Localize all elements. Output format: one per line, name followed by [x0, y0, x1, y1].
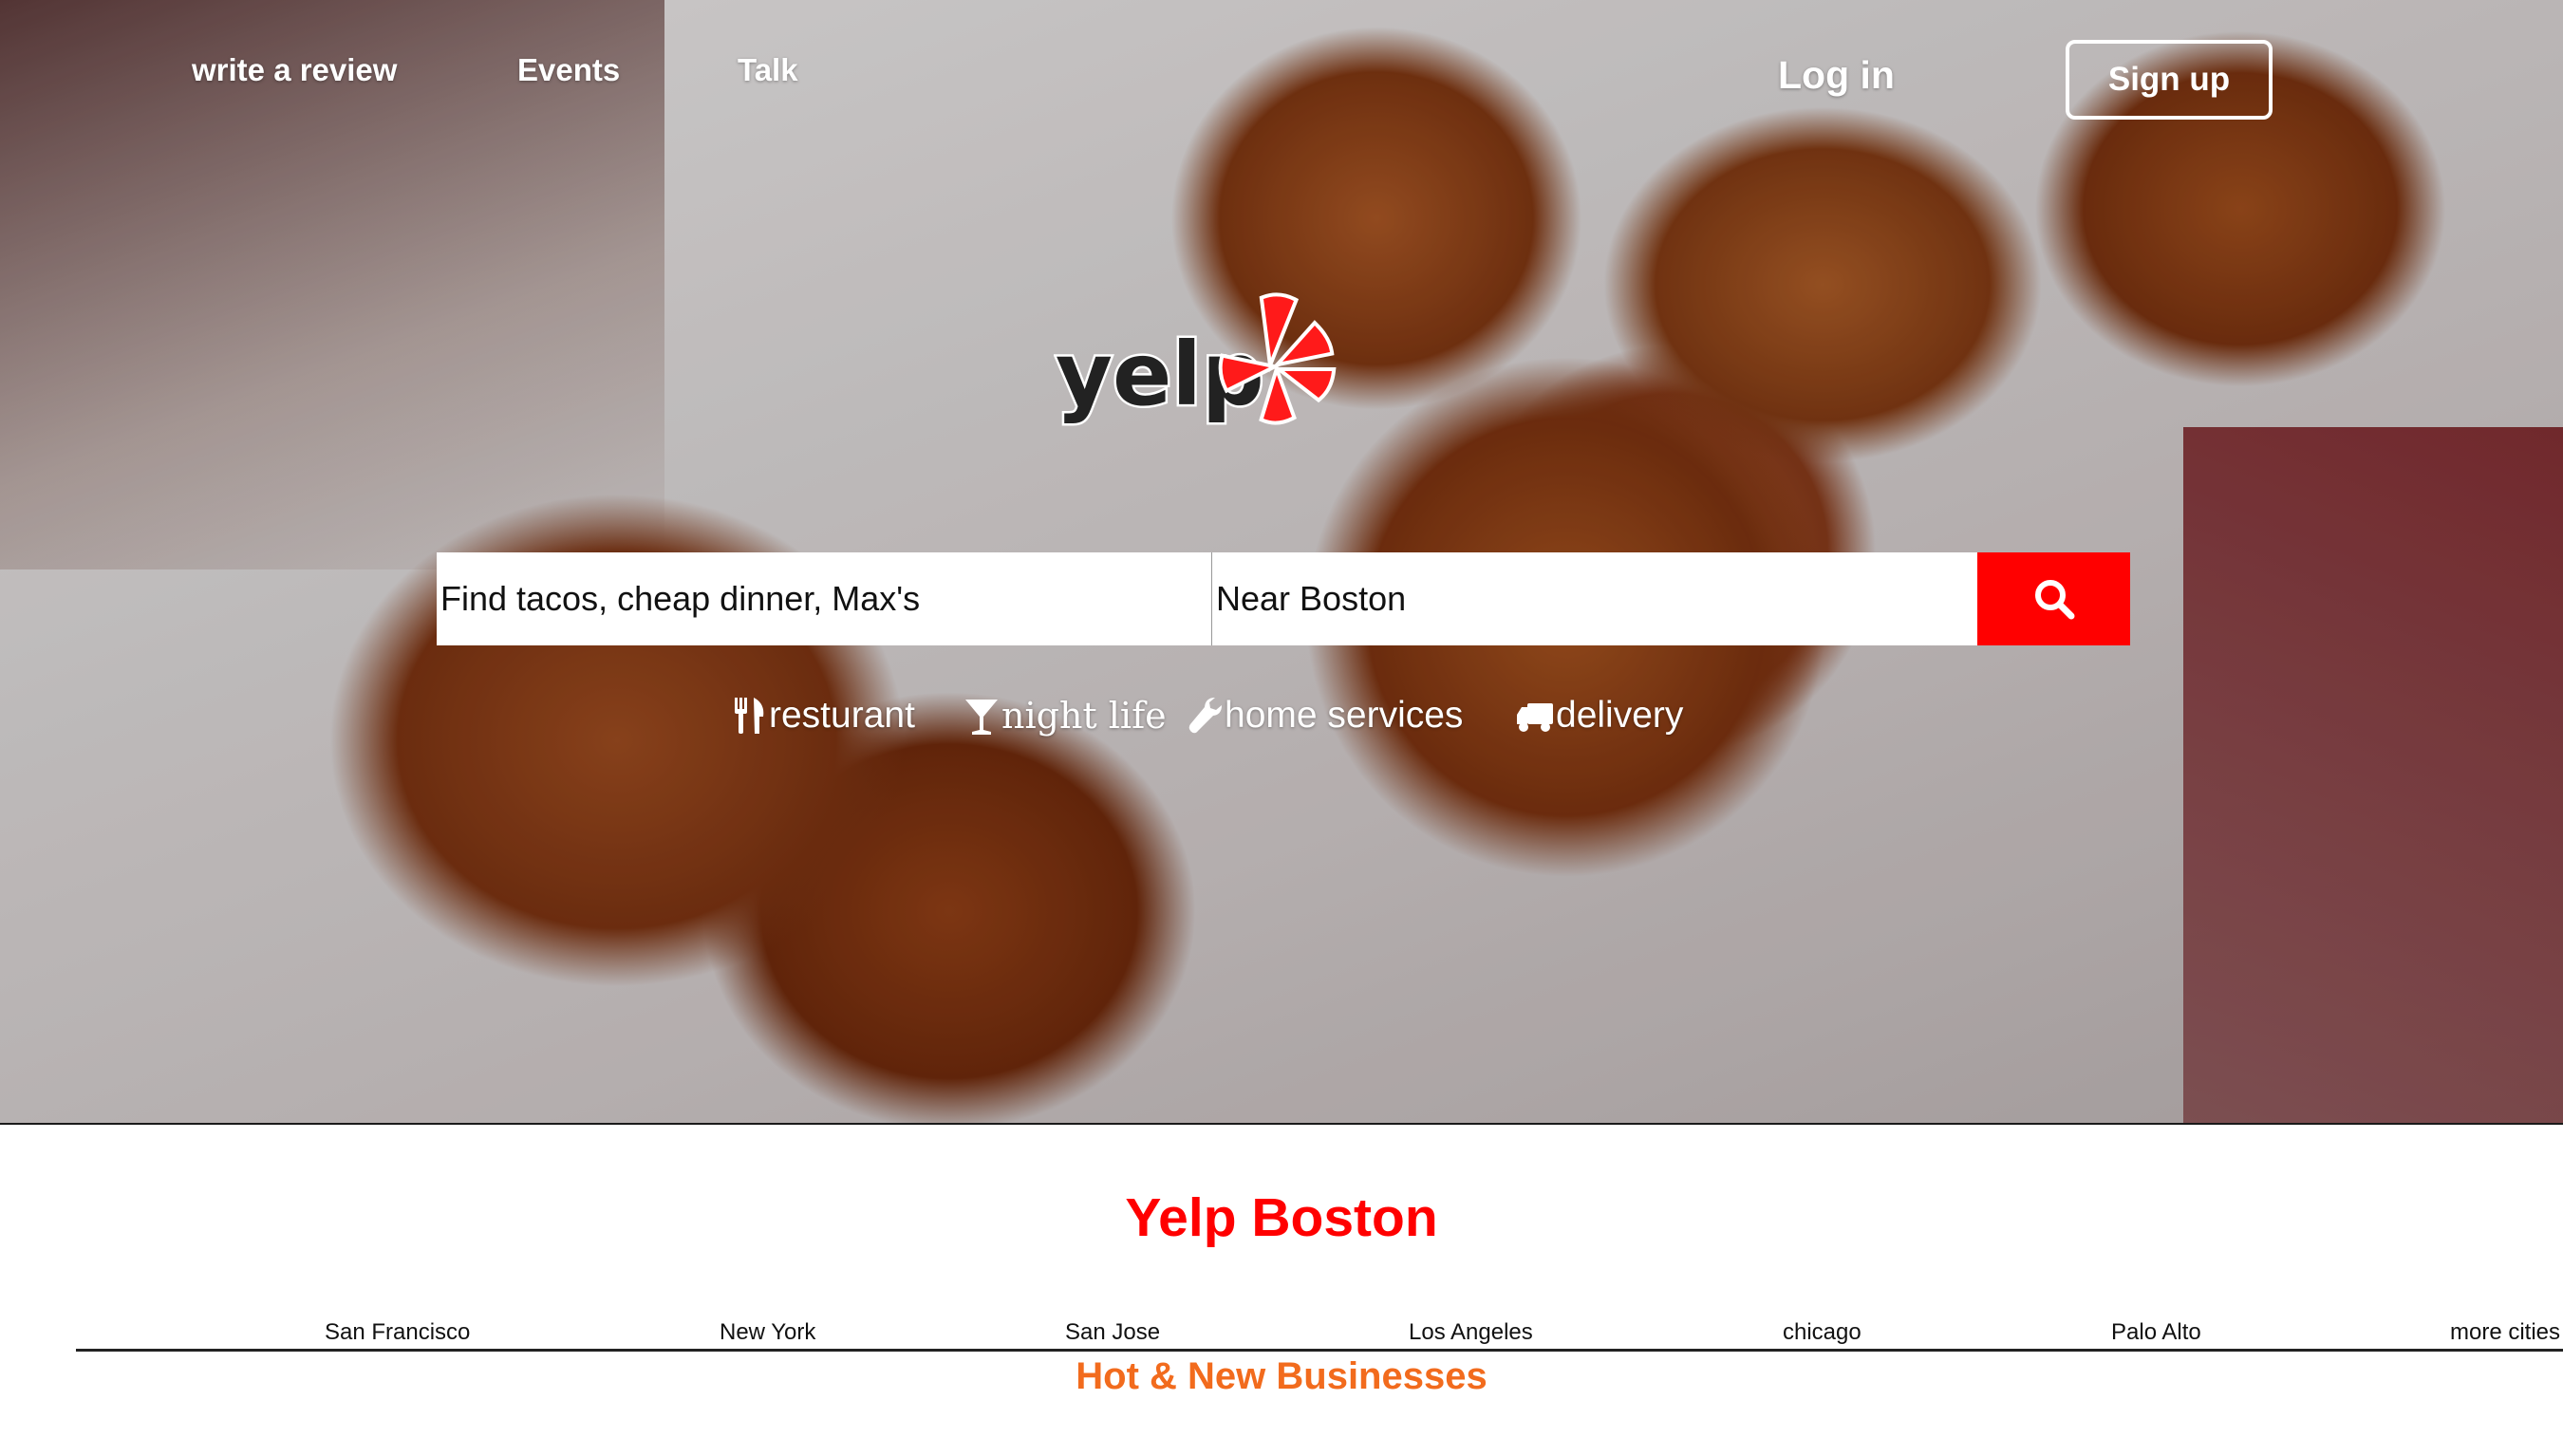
signup-button[interactable]: Sign up	[2066, 40, 2273, 120]
yelp-logo[interactable]: yelp	[1054, 292, 1348, 435]
category-restaurant[interactable]: resturant	[733, 695, 915, 737]
city-link-new-york[interactable]: New York	[720, 1319, 815, 1346]
city-list: San Francisco New York San Jose Los Ange…	[0, 1319, 2563, 1348]
category-label: resturant	[769, 695, 915, 736]
search-bar: Find tacos, cheap dinner, Max's Near Bos…	[437, 552, 2130, 645]
category-night-life[interactable]: night life	[963, 695, 1167, 737]
city-link-san-francisco[interactable]: San Francisco	[325, 1319, 470, 1346]
fork-knife-icon	[735, 698, 764, 734]
cocktail-glass-icon	[965, 700, 998, 735]
category-label: home services	[1225, 695, 1464, 736]
truck-icon	[1517, 703, 1553, 732]
city-link-san-jose[interactable]: San Jose	[1065, 1319, 1160, 1346]
more-cities-link[interactable]: more cities	[2450, 1319, 2560, 1346]
hero-banner: write a review Events Talk Log in Sign u…	[0, 0, 2563, 1125]
search-button[interactable]	[1977, 552, 2130, 645]
city-link-palo-alto[interactable]: Palo Alto	[2111, 1319, 2201, 1346]
talk-link[interactable]: Talk	[738, 52, 798, 88]
search-icon	[2034, 580, 2074, 620]
category-home-services[interactable]: home services	[1187, 695, 1463, 737]
city-section-title: Yelp Boston	[1125, 1187, 1438, 1248]
city-link-chicago[interactable]: chicago	[1783, 1319, 1861, 1346]
find-input[interactable]: Find tacos, cheap dinner, Max's	[437, 552, 1212, 645]
category-label: delivery	[1556, 695, 1684, 736]
wrench-icon	[1188, 698, 1222, 734]
near-input[interactable]: Near Boston	[1212, 552, 1977, 645]
category-label: night life	[1001, 695, 1167, 737]
city-link-los-angeles[interactable]: Los Angeles	[1409, 1319, 1533, 1346]
hot-new-businesses-title: Hot & New Businesses	[1076, 1355, 1487, 1397]
category-delivery[interactable]: delivery	[1516, 695, 1683, 737]
events-link[interactable]: Events	[517, 52, 620, 88]
login-link[interactable]: Log in	[1778, 53, 1895, 98]
write-review-link[interactable]: write a review	[192, 52, 397, 88]
divider	[76, 1349, 2563, 1352]
